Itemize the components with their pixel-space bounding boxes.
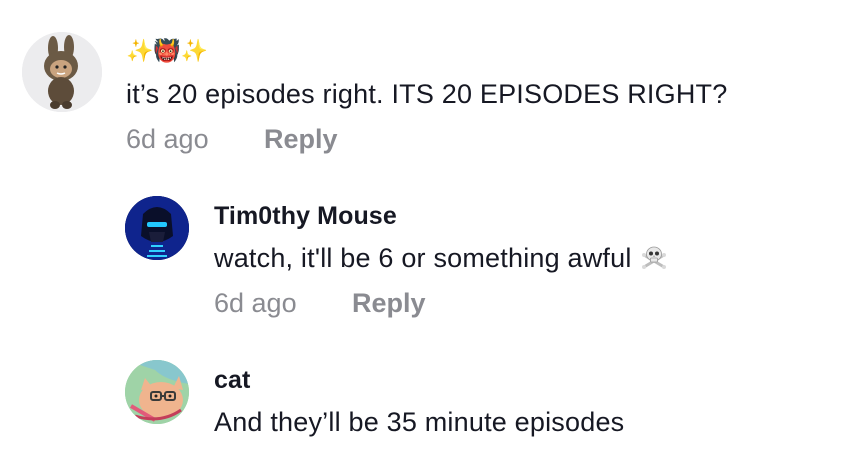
- comment-text: And they’ll be 35 minute episodes: [214, 407, 625, 437]
- user-avatar[interactable]: [125, 360, 189, 424]
- reply-button[interactable]: Reply: [264, 124, 338, 155]
- comment-username[interactable]: Tim0thy Mouse: [214, 202, 397, 231]
- username-text: ✨👹✨: [126, 38, 209, 63]
- comment-text: it’s 20 episodes right. ITS 20 EPISODES …: [126, 79, 728, 109]
- comment-timestamp: 6d ago: [126, 124, 209, 154]
- reply-button[interactable]: Reply: [352, 288, 426, 319]
- skull-crossbones-icon: [640, 243, 668, 278]
- blue-neon-portrait-avatar-icon: [125, 196, 189, 260]
- comment-timestamp: 6d ago: [214, 288, 297, 318]
- cartoon-cat-avatar-icon: [125, 360, 189, 424]
- plush-bunny-avatar-icon: [22, 32, 102, 112]
- user-avatar[interactable]: [22, 32, 102, 112]
- user-avatar[interactable]: [125, 196, 189, 260]
- comment-username[interactable]: cat: [214, 366, 250, 395]
- comment-text: watch, it'll be 6 or something awful: [214, 243, 668, 278]
- comment-text-content: watch, it'll be 6 or something awful: [214, 243, 632, 273]
- comment-username[interactable]: ✨👹✨: [126, 36, 208, 66]
